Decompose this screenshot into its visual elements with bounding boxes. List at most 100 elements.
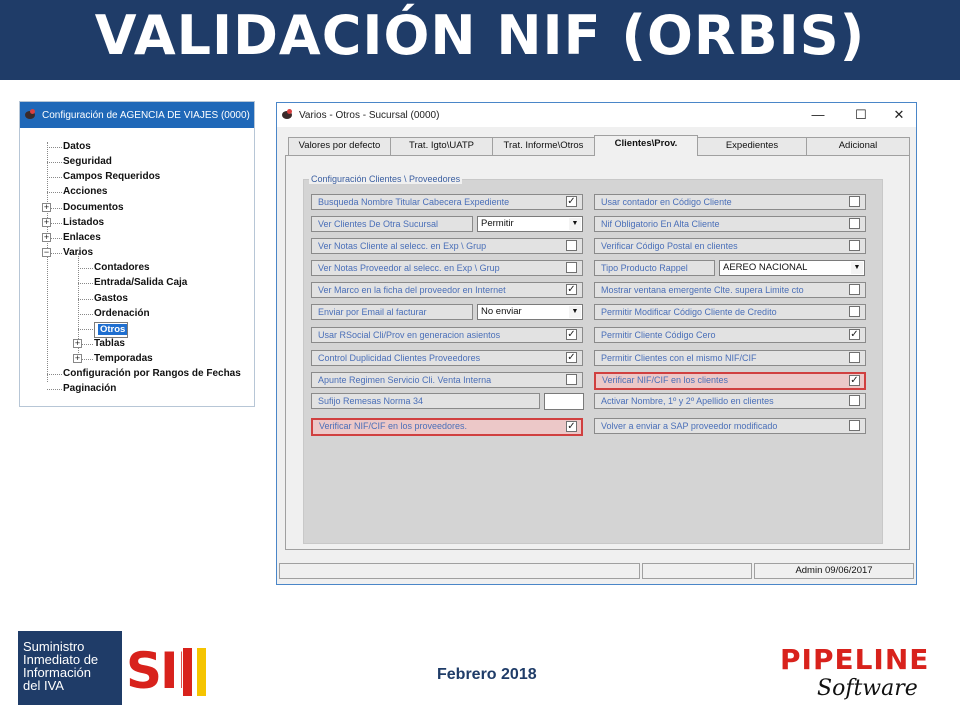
status-cell: [642, 563, 752, 579]
tree-item-acciones[interactable]: Acciones: [63, 185, 107, 199]
checkbox-checked[interactable]: ✓: [566, 196, 577, 207]
tree-item-seguridad[interactable]: Seguridad: [63, 155, 112, 169]
presentation-date: Febrero 2018: [437, 666, 537, 683]
tree-item-listados[interactable]: Listados: [63, 216, 104, 230]
tree-item-label: Documentos: [63, 201, 124, 213]
tab-valores-por-defecto[interactable]: Valores por defecto: [288, 137, 391, 155]
checkbox-unchecked[interactable]: [849, 284, 860, 295]
checkbox-unchecked[interactable]: [566, 374, 577, 385]
tree-item-datos[interactable]: Datos: [63, 140, 91, 154]
option-row: Volver a enviar a SAP proveedor modifica…: [594, 418, 866, 434]
dropdown-select[interactable]: Permitir ▼: [477, 216, 583, 232]
chevron-down-icon[interactable]: ▼: [569, 306, 581, 318]
option-row: Ver Notas Proveedor al selecc. en Exp \ …: [311, 260, 583, 276]
checkbox-checked[interactable]: ✓: [849, 329, 860, 340]
checkbox-unchecked[interactable]: [849, 420, 860, 431]
minimize-icon[interactable]: —: [803, 105, 833, 125]
chevron-down-icon[interactable]: ▼: [569, 218, 581, 230]
config-tree: Datos Seguridad Campos Requeridos Acciones +…: [20, 128, 254, 408]
tree-item-gastos[interactable]: Gastos: [94, 292, 128, 306]
tree-item-label: Contadores: [94, 262, 150, 274]
app-icon: [24, 108, 38, 122]
tree-item-configuración-por-rangos-de-fechas[interactable]: Configuración por Rangos de Fechas: [63, 367, 241, 381]
tree-item-otros[interactable]: Otros: [94, 321, 129, 338]
sii-text-line: del IVA: [23, 678, 64, 693]
tree-item-label: Varios: [63, 247, 94, 259]
tab-trat-informe-otros[interactable]: Trat. Informe\Otros: [492, 137, 595, 155]
checkbox-checked[interactable]: ✓: [566, 284, 577, 295]
option-row: Verificar NIF/CIF en los clientes: [594, 372, 866, 390]
dropdown-select[interactable]: AEREO NACIONAL ▼: [719, 260, 865, 276]
pipeline-logo-subtitle: Software: [817, 676, 918, 701]
pipeline-logo: PIPELINE: [780, 643, 930, 676]
tree-connector: [47, 162, 62, 164]
tab-strip: Valores por defecto Trat. Igto\UATP Trat…: [285, 135, 910, 156]
tree-item-label: Enlaces: [63, 231, 101, 243]
option-row: Tipo Producto Rappel: [594, 260, 715, 276]
clientes-prov-panel: Busqueda Nombre Titular Cabecera Expedie…: [285, 155, 910, 550]
tree-item-paginación[interactable]: Paginación: [63, 382, 116, 396]
option-row: Permitir Modificar Código Cliente de Cre…: [594, 304, 866, 320]
config-tree-window: Configuración de AGENCIA DE VIAJES (0000…: [19, 101, 255, 407]
option-row: Ver Marco en la ficha del proveedor en I…: [311, 282, 583, 298]
sii-bar-red: [183, 648, 192, 696]
tree-item-ordenación[interactable]: Ordenación: [94, 307, 150, 321]
tree-item-enlaces[interactable]: Enlaces: [63, 231, 101, 245]
sufijo-remesas-input[interactable]: [544, 393, 584, 410]
dropdown-select[interactable]: No enviar ▼: [477, 304, 583, 320]
expand-icon[interactable]: +: [73, 354, 82, 364]
tree-connector: [47, 374, 62, 376]
expand-icon[interactable]: +: [42, 217, 51, 227]
checkbox-unchecked[interactable]: [849, 352, 860, 363]
tree-item-temporadas[interactable]: Temporadas: [94, 352, 153, 366]
checkbox-unchecked[interactable]: [849, 395, 860, 406]
expand-icon[interactable]: +: [73, 338, 82, 348]
tree-window-title: Configuración de AGENCIA DE VIAJES (0000…: [42, 109, 250, 121]
collapse-icon[interactable]: −: [42, 248, 51, 258]
checkbox-checked[interactable]: ✓: [849, 375, 860, 386]
tree-connector: [78, 268, 93, 270]
checkbox-unchecked[interactable]: [849, 196, 860, 207]
dialog-titlebar: Varios - Otros - Sucursal (0000) — ☐ ✕: [277, 103, 916, 127]
checkbox-checked[interactable]: ✓: [566, 352, 577, 363]
chevron-down-icon[interactable]: ▼: [851, 262, 863, 274]
tree-item-documentos[interactable]: Documentos: [63, 201, 124, 215]
tab-adicional[interactable]: Adicional: [806, 137, 910, 155]
sii-logo-letters: SII: [126, 646, 182, 704]
tree-item-entrada-salida-caja[interactable]: Entrada/Salida Caja: [94, 276, 187, 290]
option-row: Ver Clientes De Otra Sucursal: [311, 216, 473, 232]
tree-item-contadores[interactable]: Contadores: [94, 261, 150, 275]
status-bar: Admin 09/06/2017: [279, 563, 916, 581]
checkbox-checked[interactable]: ✓: [566, 421, 577, 432]
tree-item-label: Ordenación: [94, 307, 150, 319]
status-cell: [279, 563, 640, 579]
tree-item-varios[interactable]: Varios: [63, 246, 93, 260]
checkbox-unchecked[interactable]: [849, 240, 860, 251]
expand-icon[interactable]: +: [42, 232, 51, 242]
tree-item-campos-requeridos[interactable]: Campos Requeridos: [63, 170, 160, 184]
tree-connector: [47, 389, 62, 391]
tab-clientes-prov[interactable]: Clientes\Prov.: [594, 135, 698, 156]
tab-expedientes[interactable]: Expedientes: [697, 137, 807, 155]
tree-item-tablas[interactable]: Tablas: [94, 337, 125, 351]
dropdown-value: AEREO NACIONAL: [723, 262, 808, 273]
checkbox-unchecked[interactable]: [566, 240, 577, 251]
checkbox-unchecked[interactable]: [849, 218, 860, 229]
expand-icon[interactable]: +: [42, 202, 51, 212]
option-row: Usar contador en Código Cliente: [594, 194, 866, 210]
sii-text-logo: Suministro Inmediato de Información del …: [18, 631, 122, 705]
option-row: Verificar NIF/CIF en los proveedores.: [311, 418, 583, 436]
tree-item-label: Entrada/Salida Caja: [94, 277, 188, 289]
option-row: Usar RSocial Cli/Prov en generacion asie…: [311, 327, 583, 343]
slide-title: VALIDACIÓN NIF (ORBIS): [94, 4, 866, 67]
checkbox-unchecked[interactable]: [566, 262, 577, 273]
checkbox-checked[interactable]: ✓: [566, 329, 577, 340]
dialog-title: Varios - Otros - Sucursal (0000): [299, 109, 440, 121]
checkbox-unchecked[interactable]: [849, 306, 860, 317]
close-icon[interactable]: ✕: [884, 105, 914, 125]
option-row: Apunte Regimen Servicio Cli. Venta Inter…: [311, 372, 583, 388]
tree-connector: [78, 298, 93, 300]
tab-trat-igto-uatp[interactable]: Trat. Igto\UATP: [390, 137, 493, 155]
maximize-icon[interactable]: ☐: [846, 105, 876, 125]
tree-connector: [47, 177, 62, 179]
